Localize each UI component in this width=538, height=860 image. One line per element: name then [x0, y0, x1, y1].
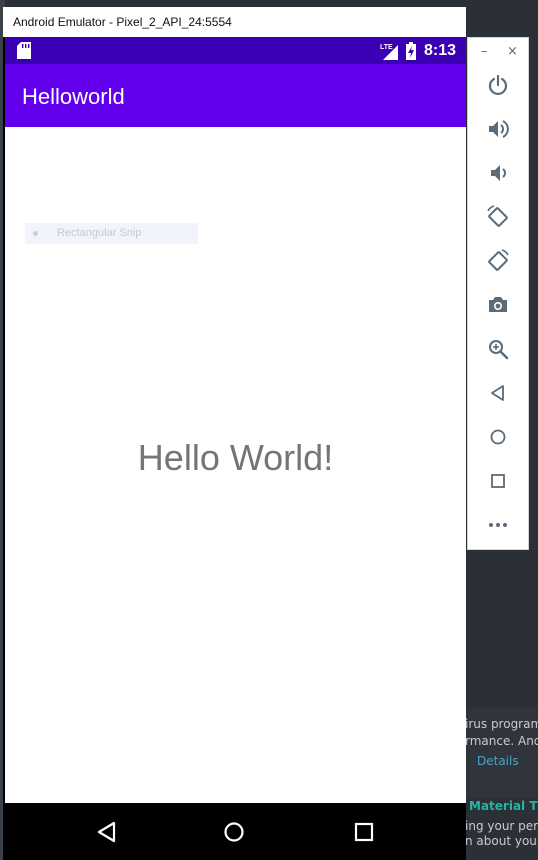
nav-overview-button[interactable] [347, 815, 381, 849]
toolbar-close-button[interactable]: × [507, 44, 518, 59]
android-status-bar: LTE 8:13 [5, 37, 466, 64]
notification-line: rmance. Andr [465, 734, 538, 748]
home-button[interactable] [483, 422, 513, 452]
zoom-icon [489, 340, 509, 360]
volume-down-icon [491, 165, 506, 181]
android-nav-bar [5, 803, 466, 860]
home-circle-icon [224, 822, 244, 842]
volume-down-button[interactable] [483, 158, 513, 188]
back-icon [491, 385, 504, 401]
more-button[interactable] [483, 510, 513, 540]
rotate-right-button[interactable] [483, 246, 513, 276]
rotate-left-button[interactable] [483, 202, 513, 232]
home-icon [490, 429, 506, 445]
notification-line: n about your c [465, 834, 538, 848]
notification-details-link[interactable]: Details [477, 754, 519, 768]
lte-label: LTE [380, 44, 393, 51]
emulator-toolbar: – × [467, 37, 529, 550]
rotate-left-icon [487, 205, 508, 227]
status-time: 8:13 [423, 41, 456, 59]
back-triangle-icon [97, 821, 116, 843]
battery-charging-icon [405, 41, 416, 60]
nav-back-button[interactable] [90, 815, 124, 849]
screenshot-button[interactable] [483, 290, 513, 320]
notification-title: Material The [469, 799, 538, 813]
notification-line: ing your perm [465, 819, 538, 833]
sd-card-icon [17, 42, 31, 59]
camera-icon [489, 297, 507, 312]
power-button[interactable] [483, 70, 513, 100]
zoom-button[interactable] [483, 334, 513, 364]
app-bar: Helloworld [5, 64, 466, 127]
back-button[interactable] [483, 378, 513, 408]
lte-signal-icon: LTE [380, 44, 398, 60]
power-icon [488, 74, 508, 96]
background-notification-2: Material The ing your perm n about your … [465, 798, 538, 860]
overview-square-icon [354, 822, 374, 842]
app-content: Rectangular Snip Hello World! [5, 127, 466, 803]
overview-icon [491, 474, 505, 488]
window-titlebar[interactable]: Android Emulator - Pixel_2_API_24:5554 [3, 7, 466, 37]
notification-line: irus program [465, 717, 538, 731]
background-notification: irus program rmance. Andr Details [465, 708, 538, 798]
overview-button[interactable] [483, 466, 513, 496]
app-title: Helloworld [22, 84, 125, 109]
volume-up-icon [489, 120, 509, 138]
snip-label: Rectangular Snip [57, 227, 142, 239]
snip-overlay[interactable]: Rectangular Snip [25, 223, 198, 244]
volume-up-button[interactable] [483, 114, 513, 144]
toolbar-minimize-button[interactable]: – [481, 44, 488, 59]
rotate-right-icon [488, 249, 509, 271]
snip-dot-icon [33, 231, 38, 236]
more-icon [489, 523, 507, 527]
hello-world-text: Hello World! [137, 437, 334, 478]
nav-home-button[interactable] [217, 815, 251, 849]
window-title: Android Emulator - Pixel_2_API_24:5554 [13, 15, 232, 29]
emulator-window: Android Emulator - Pixel_2_API_24:5554 L… [3, 7, 466, 860]
